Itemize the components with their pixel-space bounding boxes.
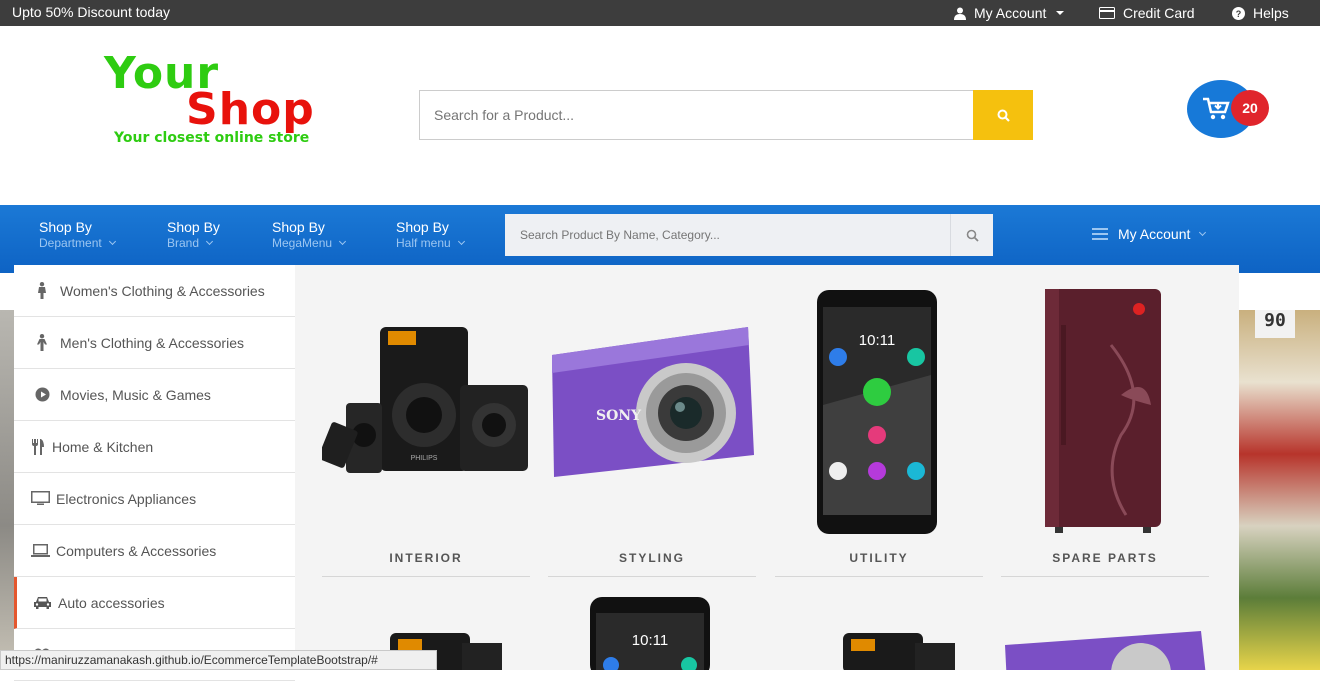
cutlery-icon xyxy=(32,438,44,455)
chevron-down-icon xyxy=(205,237,214,246)
laptop-icon xyxy=(30,544,50,557)
nav-label: Shop By xyxy=(39,219,92,235)
hero-price-tag: 90 xyxy=(1255,310,1295,338)
product-divider xyxy=(322,576,530,577)
category-label: Auto accessories xyxy=(58,594,165,611)
list-icon xyxy=(1092,228,1108,240)
nav-sub-label: Brand xyxy=(167,236,200,250)
caret-down-icon xyxy=(1056,11,1065,15)
category-movies-music-games[interactable]: Movies, Music & Games xyxy=(14,369,295,421)
category-label: Electronics Appliances xyxy=(56,490,197,507)
male-icon xyxy=(37,334,47,351)
logo-tagline: Your closest online store xyxy=(114,130,310,146)
category-label: Women's Clothing & Accessories xyxy=(60,282,265,299)
top-bar: Upto 50% Discount today My Account Credi… xyxy=(0,0,1320,26)
nav-my-account[interactable]: My Account xyxy=(1092,226,1207,242)
category-mens-clothing[interactable]: Men's Clothing & Accessories xyxy=(14,317,295,369)
shopping-cart-icon xyxy=(1203,97,1230,120)
product-label: UTILITY xyxy=(849,551,909,565)
nav-shop-by-brand[interactable]: Shop By Brand xyxy=(167,219,220,251)
credit-card-label: Credit Card xyxy=(1123,5,1195,21)
product-divider xyxy=(548,576,756,577)
search-icon xyxy=(997,109,1010,122)
category-computers-accessories[interactable]: Computers & Accessories xyxy=(14,525,295,577)
category-label: Movies, Music & Games xyxy=(60,386,211,403)
speaker-system-image: PHILIPS xyxy=(322,327,528,473)
promo-text: Upto 50% Discount today xyxy=(12,4,170,20)
car-icon xyxy=(33,596,51,609)
nav-sub-label: Half menu xyxy=(396,236,451,250)
svg-text:?: ? xyxy=(1236,9,1242,19)
credit-card-icon xyxy=(1099,7,1115,19)
chevron-down-icon xyxy=(108,237,116,246)
chevron-down-icon xyxy=(457,237,465,246)
product-label: INTERIOR xyxy=(389,551,463,565)
mega-menu-panel: Women's Clothing & Accessories Men's Clo… xyxy=(14,265,1239,681)
digital-camera-image: SONY xyxy=(552,327,754,477)
play-circle-icon xyxy=(35,387,49,402)
nav-shop-by-megamenu[interactable]: Shop By MegaMenu xyxy=(272,219,347,251)
nav-sub-label: MegaMenu xyxy=(272,236,333,250)
nav-shop-by-department[interactable]: Shop By Department xyxy=(39,219,116,251)
speaker-system-image xyxy=(843,633,955,670)
status-bar-url: https://maniruzzamanakash.github.io/Ecom… xyxy=(0,650,437,670)
category-auto-accessories[interactable]: Auto accessories xyxy=(14,577,295,629)
category-home-kitchen[interactable]: Home & Kitchen xyxy=(14,421,295,473)
category-womens-clothing[interactable]: Women's Clothing & Accessories xyxy=(14,265,295,317)
search-icon xyxy=(966,229,979,242)
camera-brand-text: SONY xyxy=(596,408,642,424)
category-label: Computers & Accessories xyxy=(56,542,217,559)
category-label: Men's Clothing & Accessories xyxy=(60,334,244,351)
nav-account-label: My Account xyxy=(1118,226,1191,242)
category-sidebar: Women's Clothing & Accessories Men's Clo… xyxy=(14,265,295,681)
product-search-input[interactable] xyxy=(419,90,974,140)
logo-shop: Shop xyxy=(186,84,315,135)
search-button[interactable] xyxy=(973,90,1033,140)
topbar-credit-card[interactable]: Credit Card xyxy=(1099,5,1195,21)
speaker-brand-text: PHILIPS xyxy=(411,455,438,462)
nav-label: Shop By xyxy=(396,219,449,235)
nav-label: Shop By xyxy=(272,219,325,235)
category-label: Home & Kitchen xyxy=(52,438,154,455)
nav-search-input[interactable] xyxy=(505,214,951,256)
nav-label: Shop By xyxy=(167,219,220,235)
product-divider xyxy=(775,576,983,577)
phone-time: 10:11 xyxy=(632,632,668,649)
female-icon xyxy=(38,282,46,299)
nav-sub-label: Department xyxy=(39,236,102,250)
topbar-my-account[interactable]: My Account xyxy=(954,5,1065,21)
monitor-icon xyxy=(30,491,50,505)
user-icon xyxy=(954,7,966,20)
main-nav: Shop By Department Shop By Brand Shop By… xyxy=(0,205,1320,273)
category-electronics-appliances[interactable]: Electronics Appliances xyxy=(14,473,295,525)
helps-label: Helps xyxy=(1253,5,1289,21)
hero-image-left-edge xyxy=(0,310,14,670)
smartphone-image: 10:11 xyxy=(817,290,937,534)
product-divider xyxy=(1001,576,1209,577)
chevron-down-icon xyxy=(339,237,347,246)
site-header: Your Shop Your closest online store 20 xyxy=(0,26,1320,205)
nav-shop-by-half-menu[interactable]: Shop By Half menu xyxy=(396,219,465,251)
product-label: SPARE PARTS xyxy=(1052,551,1158,565)
hero-image-right-edge xyxy=(1239,310,1320,670)
phone-time: 10:11 xyxy=(859,332,895,349)
cart-count-badge: 20 xyxy=(1231,90,1269,126)
refrigerator-image xyxy=(1045,289,1161,533)
question-circle-icon: ? xyxy=(1232,6,1245,20)
digital-camera-image xyxy=(1005,631,1206,670)
smartphone-image: 10:11 xyxy=(590,597,710,670)
site-logo[interactable]: Your Shop Your closest online store xyxy=(104,48,354,154)
topbar-helps[interactable]: ? Helps xyxy=(1232,5,1289,21)
nav-search-button[interactable] xyxy=(950,214,993,256)
chevron-down-icon xyxy=(1199,228,1207,237)
product-label: STYLING xyxy=(618,551,685,565)
my-account-label: My Account xyxy=(974,5,1047,21)
